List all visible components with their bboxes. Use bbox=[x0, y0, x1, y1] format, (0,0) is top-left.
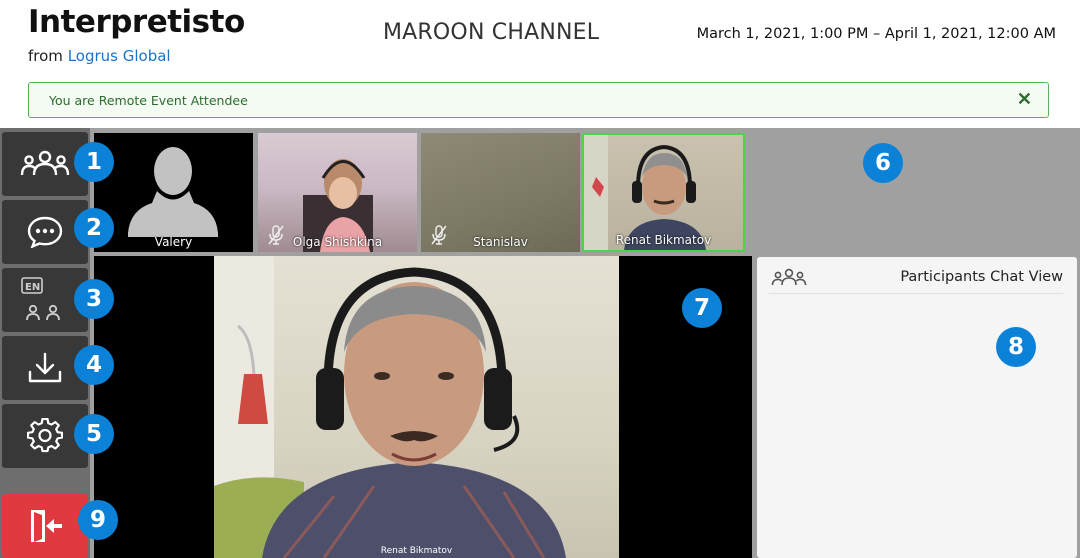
participants-chat-panel: Participants Chat View bbox=[757, 257, 1077, 558]
download-icon bbox=[28, 352, 62, 383]
participants-icon bbox=[771, 268, 807, 286]
callout-badge: 9 bbox=[78, 500, 118, 540]
language-participants-icon: EN bbox=[21, 277, 60, 321]
close-icon[interactable]: ✕ bbox=[1017, 89, 1032, 110]
callout-badge: 4 bbox=[74, 345, 114, 385]
participant-tile[interactable]: Olga Shishkina bbox=[258, 133, 417, 252]
participant-name: Olga Shishkina bbox=[292, 235, 383, 249]
role-notice: You are Remote Event Attendee ✕ bbox=[28, 82, 1049, 118]
callout-badge: 7 bbox=[682, 288, 722, 328]
sidebar: EN bbox=[0, 128, 90, 558]
gear-icon bbox=[27, 418, 63, 453]
exit-icon bbox=[31, 510, 62, 542]
chat-panel-title: Participants Chat View bbox=[900, 269, 1063, 285]
language-code: EN bbox=[25, 282, 40, 293]
speaker-video-image bbox=[214, 256, 566, 558]
callout-badge: 6 bbox=[863, 143, 903, 183]
callout-badge: 8 bbox=[996, 327, 1036, 367]
app-subtitle: from Logrus Global bbox=[28, 47, 171, 65]
participant-tile-active[interactable]: Renat Bikmatov bbox=[582, 133, 745, 252]
participant-name: Valery bbox=[154, 235, 193, 249]
event-date-range: March 1, 2021, 1:00 PM – April 1, 2021, … bbox=[696, 26, 1056, 42]
callout-badge: 3 bbox=[74, 279, 114, 319]
main-speaker-video: Renat Bikmatov bbox=[94, 256, 752, 558]
from-prefix: from bbox=[28, 47, 63, 65]
speaker-frame: Renat Bikmatov bbox=[214, 256, 619, 558]
callout-badge: 1 bbox=[74, 142, 114, 182]
participant-name: Renat Bikmatov bbox=[615, 233, 712, 247]
participant-tile[interactable]: Valery bbox=[94, 133, 253, 252]
exit-button[interactable] bbox=[2, 494, 88, 558]
role-notice-text: You are Remote Event Attendee bbox=[49, 93, 248, 108]
callout-badge: 5 bbox=[74, 414, 114, 454]
chat-bubble-icon bbox=[27, 216, 63, 248]
org-link[interactable]: Logrus Global bbox=[68, 47, 171, 65]
app-title: Interpretisto bbox=[28, 4, 245, 40]
participant-tile[interactable]: Stanislav bbox=[421, 133, 580, 252]
chat-panel-header: Participants Chat View bbox=[769, 263, 1063, 294]
channel-name: MAROON CHANNEL bbox=[383, 20, 600, 45]
participant-name: Stanislav bbox=[473, 235, 528, 249]
main-speaker-name: Renat Bikmatov bbox=[380, 546, 453, 556]
callout-badge: 2 bbox=[74, 208, 114, 248]
participants-icon bbox=[20, 150, 70, 176]
